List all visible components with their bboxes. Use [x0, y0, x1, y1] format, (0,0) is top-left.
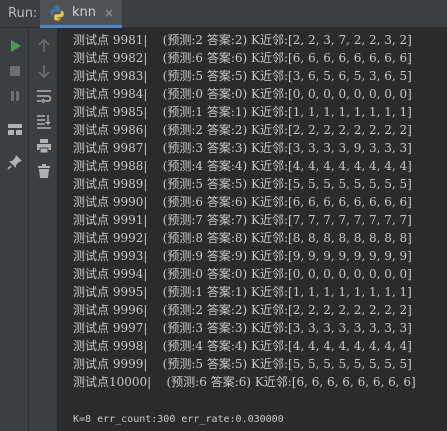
console-summary: K=8 err_count:300 err_rate:0.030000 [73, 414, 284, 425]
tab-knn[interactable]: knn × [40, 0, 123, 28]
console-line: 测试点 9992| (预测:8 答案:8) K近邻:[8, 8, 8, 8, 8… [73, 231, 412, 245]
console-line: 测试点 9984| (预测:0 答案:0) K近邻:[0, 0, 0, 0, 0… [73, 87, 412, 101]
console-line: 测试点 9983| (预测:5 答案:5) K近邻:[3, 6, 5, 6, 5… [73, 69, 412, 83]
down-arrow-icon[interactable] [34, 61, 54, 81]
pin-icon[interactable] [5, 152, 25, 172]
console-line: 测试点 9993| (预测:9 答案:9) K近邻:[9, 9, 9, 9, 9… [73, 249, 412, 263]
trash-icon[interactable] [34, 161, 54, 181]
console-line: 测试点 9982| (预测:6 答案:6) K近邻:[6, 6, 6, 6, 6… [73, 51, 412, 65]
tab-title: knn [72, 5, 97, 20]
console-line: 测试点 9986| (预测:2 答案:2) K近邻:[2, 2, 2, 2, 2… [73, 123, 412, 137]
console-line: 测试点 9988| (预测:4 答案:4) K近邻:[4, 4, 4, 4, 4… [73, 159, 412, 173]
console-line: 测试点 9990| (预测:6 答案:6) K近邻:[6, 6, 6, 6, 6… [73, 195, 412, 209]
console-line: 测试点 9991| (预测:7 答案:7) K近邻:[7, 7, 7, 7, 7… [73, 213, 412, 227]
console-line: 测试点 9999| (预测:5 答案:5) K近邻:[5, 5, 5, 5, 5… [73, 357, 412, 371]
console-line: 测试点 9996| (预测:2 答案:2) K近邻:[2, 2, 2, 2, 2… [73, 303, 412, 317]
pause-icon[interactable] [5, 86, 25, 106]
print-icon[interactable] [34, 136, 54, 156]
up-arrow-icon[interactable] [34, 36, 54, 56]
console-line: 测试点10000| (预测:6 答案:6) K近邻:[6, 6, 6, 6, 6… [73, 375, 416, 389]
run-tool-window-header: Run: knn × [0, 0, 447, 28]
run-toolbar-left [0, 28, 29, 431]
console-line: 测试点 9989| (预测:5 答案:5) K近邻:[5, 5, 5, 5, 5… [73, 177, 412, 191]
console-line: 测试点 9998| (预测:4 答案:4) K近邻:[4, 4, 4, 4, 4… [73, 339, 412, 353]
console-line: 测试点 9981| (预测:2 答案:2) K近邻:[2, 2, 3, 7, 2… [73, 33, 412, 47]
console-line: 测试点 9985| (预测:1 答案:1) K近邻:[1, 1, 1, 1, 1… [73, 105, 412, 119]
python-icon [50, 5, 64, 20]
console-output[interactable]: 测试点 9981| (预测:2 答案:2) K近邻:[2, 2, 3, 7, 2… [58, 28, 447, 431]
run-label: Run: [8, 6, 38, 21]
scroll-to-end-icon[interactable] [34, 111, 54, 131]
close-icon[interactable]: × [104, 7, 114, 19]
console-line: 测试点 9995| (预测:1 答案:1) K近邻:[1, 1, 1, 1, 1… [73, 285, 412, 299]
stop-icon[interactable] [5, 61, 25, 81]
console-line: 测试点 9987| (预测:3 答案:3) K近邻:[3, 3, 3, 3, 9… [73, 141, 412, 155]
layout-icon[interactable] [5, 119, 25, 139]
soft-wrap-icon[interactable] [34, 86, 54, 106]
run-toolbar-right [29, 28, 58, 431]
console-line: 测试点 9994| (预测:0 答案:0) K近邻:[0, 0, 0, 0, 0… [73, 267, 412, 281]
run-icon[interactable] [5, 36, 25, 56]
console-line: 测试点 9997| (预测:3 答案:3) K近邻:[3, 3, 3, 3, 3… [73, 321, 412, 335]
